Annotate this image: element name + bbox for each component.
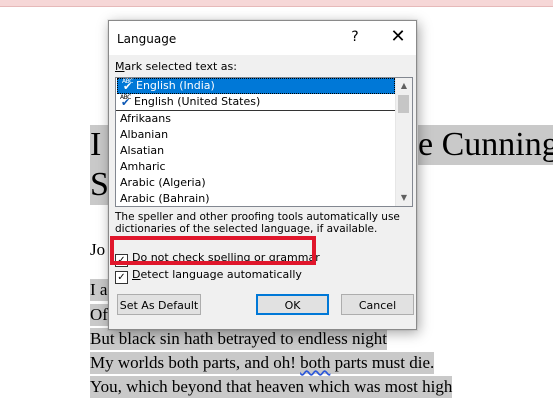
dialog-title: Language xyxy=(117,32,177,46)
detect-label: etect language automatically xyxy=(140,268,302,281)
language-list: ABC ✔ English (India) ABC ✔ English (United … xyxy=(116,78,396,206)
detect-language-checkbox[interactable]: ✓ xyxy=(115,271,128,284)
language-listbox[interactable]: ABC ✔ English (India) ABC ✔ English (United … xyxy=(115,77,413,207)
language-item-albanian[interactable]: Albanian xyxy=(116,127,396,143)
proofing-info-text: The speller and other proofing tools aut… xyxy=(115,211,400,235)
set-as-default-button[interactable]: Set As Default xyxy=(117,294,201,315)
doc-line-3: But black sin hath betrayed to endless n… xyxy=(90,328,387,350)
language-item-label: English (India) xyxy=(136,79,215,92)
doc-line-5-text: You, which beyond that heaven which was … xyxy=(90,377,453,396)
doc-line-2-text: Of xyxy=(90,305,108,324)
dialog-titlebar[interactable]: Language ? ✕ xyxy=(109,21,416,55)
doc-title-line2-text: S xyxy=(90,166,109,203)
doc-line-2: Of xyxy=(90,304,108,326)
doc-line-4a: My worlds both parts, and oh! xyxy=(90,353,301,372)
window-top-border xyxy=(0,0,553,7)
doc-line-4c: parts must die. xyxy=(330,353,435,372)
language-dialog: Language ? ✕ Mark selected text as: ABC ✔… xyxy=(108,20,417,330)
doc-title-start-text: I xyxy=(90,126,102,163)
language-item-label: Albanian xyxy=(120,128,169,141)
help-icon[interactable]: ? xyxy=(345,27,365,47)
language-item-arabic-bahrain[interactable]: Arabic (Bahrain) xyxy=(116,191,396,206)
mark-label-text: ark selected text as: xyxy=(124,60,237,73)
highlight-annotation-box xyxy=(110,236,316,265)
language-item-amharic[interactable]: Amharic xyxy=(116,159,396,175)
cancel-button[interactable]: Cancel xyxy=(341,294,414,315)
doc-title-end: e Cunning xyxy=(418,125,553,165)
doc-title-end-text: e Cunning xyxy=(418,126,553,163)
doc-title-start: I xyxy=(90,125,110,165)
language-item-english-india[interactable]: ABC ✔ English (India) xyxy=(117,78,395,94)
language-item-label: English (United States) xyxy=(134,95,261,108)
chevron-up-icon[interactable]: ▲ xyxy=(396,78,412,94)
language-item-arabic-algeria[interactable]: Arabic (Algeria) xyxy=(116,175,396,191)
language-item-label: Arabic (Algeria) xyxy=(120,176,206,189)
language-item-afrikaans[interactable]: Afrikaans xyxy=(116,111,396,127)
doc-line-1-text: I a xyxy=(90,280,108,299)
language-item-label: Amharic xyxy=(120,160,166,173)
listbox-scrollbar[interactable]: ▲ ▼ xyxy=(395,78,412,206)
doc-title-line2: S xyxy=(90,165,110,205)
scrollbar-thumb[interactable] xyxy=(398,95,409,113)
detect-language-option[interactable]: ✓ Detect language automatically xyxy=(115,267,302,284)
language-item-english-us[interactable]: ABC ✔ English (United States) xyxy=(116,94,396,111)
mark-selected-text-label: Mark selected text as: xyxy=(115,60,237,73)
doc-line-1: I a xyxy=(90,279,108,301)
chevron-down-icon[interactable]: ▼ xyxy=(396,190,412,206)
language-item-label: Afrikaans xyxy=(120,112,171,125)
mark-label-accesskey: M xyxy=(115,60,125,73)
close-icon[interactable]: ✕ xyxy=(387,26,409,48)
doc-line-5: You, which beyond that heaven which was … xyxy=(90,376,453,398)
ok-button[interactable]: OK xyxy=(256,294,329,315)
language-item-label: Arabic (Bahrain) xyxy=(120,192,210,205)
language-item-alsatian[interactable]: Alsatian xyxy=(116,143,396,159)
doc-author-text: Jo xyxy=(90,240,106,259)
doc-line-4: My worlds both parts, and oh! both parts… xyxy=(90,352,435,374)
doc-author: Jo xyxy=(90,239,105,261)
language-item-label: Alsatian xyxy=(120,144,165,157)
doc-line-4-misspelled: both xyxy=(300,353,331,372)
doc-line-3-text: But black sin hath betrayed to endless n… xyxy=(90,329,387,348)
